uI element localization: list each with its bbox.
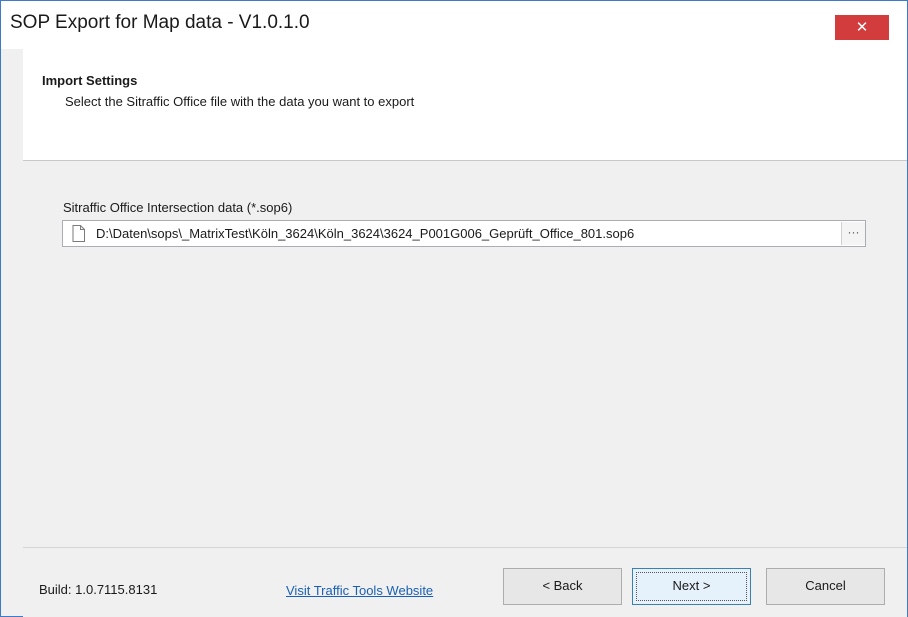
wizard-content: Sitraffic Office Intersection data (*.so… (23, 161, 907, 547)
sop6-file-label: Sitraffic Office Intersection data (*.so… (63, 200, 293, 215)
left-margin (1, 49, 23, 616)
sop6-file-input[interactable]: D:\Daten\sops\_MatrixTest\Köln_3624\Köln… (62, 220, 866, 247)
browse-button[interactable]: ··· (841, 222, 865, 245)
cancel-button[interactable]: Cancel (766, 568, 885, 605)
focus-ring (636, 572, 747, 601)
file-icon (72, 225, 85, 242)
wizard-footer: Build: 1.0.7115.8131 Visit Traffic Tools… (23, 547, 907, 617)
file-path-value: D:\Daten\sops\_MatrixTest\Köln_3624\Köln… (96, 226, 635, 241)
close-icon: ✕ (855, 19, 869, 36)
window-title: SOP Export for Map data - V1.0.1.0 (10, 12, 310, 33)
close-button[interactable]: ✕ (835, 15, 889, 40)
page-title: Import Settings (42, 73, 138, 88)
next-button[interactable]: Next > (632, 568, 751, 605)
wizard-header: Import Settings Select the Sitraffic Off… (23, 49, 907, 161)
title-bar: SOP Export for Map data - V1.0.1.0 ✕ (1, 1, 907, 49)
website-link[interactable]: Visit Traffic Tools Website (286, 583, 433, 598)
ellipsis-icon: ··· (847, 225, 860, 239)
build-version: Build: 1.0.7115.8131 (39, 582, 158, 597)
export-wizard-window: SOP Export for Map data - V1.0.1.0 ✕ Imp… (0, 0, 908, 617)
page-subtitle: Select the Sitraffic Office file with th… (65, 94, 415, 109)
back-button[interactable]: < Back (503, 568, 622, 605)
